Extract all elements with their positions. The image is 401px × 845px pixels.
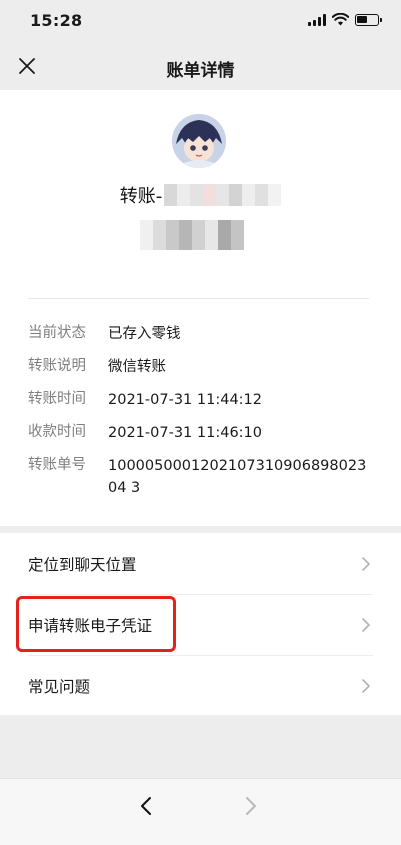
menu-item-locate-chat[interactable]: 定位到聊天位置 <box>0 533 401 594</box>
chevron-right-icon <box>362 557 370 571</box>
transfer-summary-card: 转账- 当前状态 已存入零钱 转账说明 微信转账 转账时间 2021-07-31… <box>0 90 401 526</box>
detail-value: 微信转账 <box>108 359 166 375</box>
battery-icon <box>355 13 382 26</box>
divider <box>28 298 369 299</box>
page-title: 账单详情 <box>166 61 235 81</box>
detail-row-receive-time: 收款时间 2021-07-31 11:46:10 <box>28 422 373 444</box>
detail-label: 转账时间 <box>28 391 86 407</box>
chevron-right-icon <box>362 679 370 693</box>
detail-row-status: 当前状态 已存入零钱 <box>28 323 373 345</box>
status-bar: 15:28 <box>0 0 401 44</box>
menu-item-label: 定位到聊天位置 <box>28 555 137 574</box>
payee-label: 转账- <box>119 186 163 207</box>
avatar <box>172 114 226 168</box>
transfer-details: 当前状态 已存入零钱 转账说明 微信转账 转账时间 2021-07-31 11:… <box>28 323 373 510</box>
detail-row-transfer-id: 转账单号 100005000120210731090689802304 3 <box>28 455 373 499</box>
status-time: 15:28 <box>30 11 83 30</box>
amount-redacted <box>140 220 244 250</box>
detail-row-transfer-time: 转账时间 2021-07-31 11:44:12 <box>28 389 373 411</box>
back-arrow-icon[interactable] <box>137 795 157 817</box>
wifi-icon <box>332 13 349 26</box>
detail-value: 2021-07-31 11:44:12 <box>108 392 262 408</box>
detail-label: 转账单号 <box>28 457 86 473</box>
highlight-box <box>16 596 176 652</box>
menu-item-faq[interactable]: 常见问题 <box>0 655 401 716</box>
cellular-signal-icon <box>308 13 326 26</box>
payee-name-redacted <box>164 184 282 206</box>
forward-arrow-icon[interactable] <box>240 795 260 817</box>
payee-row: 转账- <box>0 182 401 208</box>
menu-item-label: 常见问题 <box>28 677 91 696</box>
detail-label: 收款时间 <box>28 424 86 440</box>
status-icons <box>308 13 382 26</box>
bottom-navigation-bar <box>0 778 401 845</box>
detail-row-note: 转账说明 微信转账 <box>28 356 373 378</box>
detail-value: 100005000120210731090689802304 3 <box>108 458 367 496</box>
detail-value: 已存入零钱 <box>108 326 181 342</box>
detail-label: 转账说明 <box>28 358 86 374</box>
detail-label: 当前状态 <box>28 325 86 341</box>
action-menu: 定位到聊天位置 申请转账电子凭证 常见问题 <box>0 533 401 715</box>
chevron-right-icon <box>362 618 370 632</box>
nav-bar: 账单详情 <box>0 44 401 90</box>
detail-value: 2021-07-31 11:46:10 <box>108 425 262 441</box>
